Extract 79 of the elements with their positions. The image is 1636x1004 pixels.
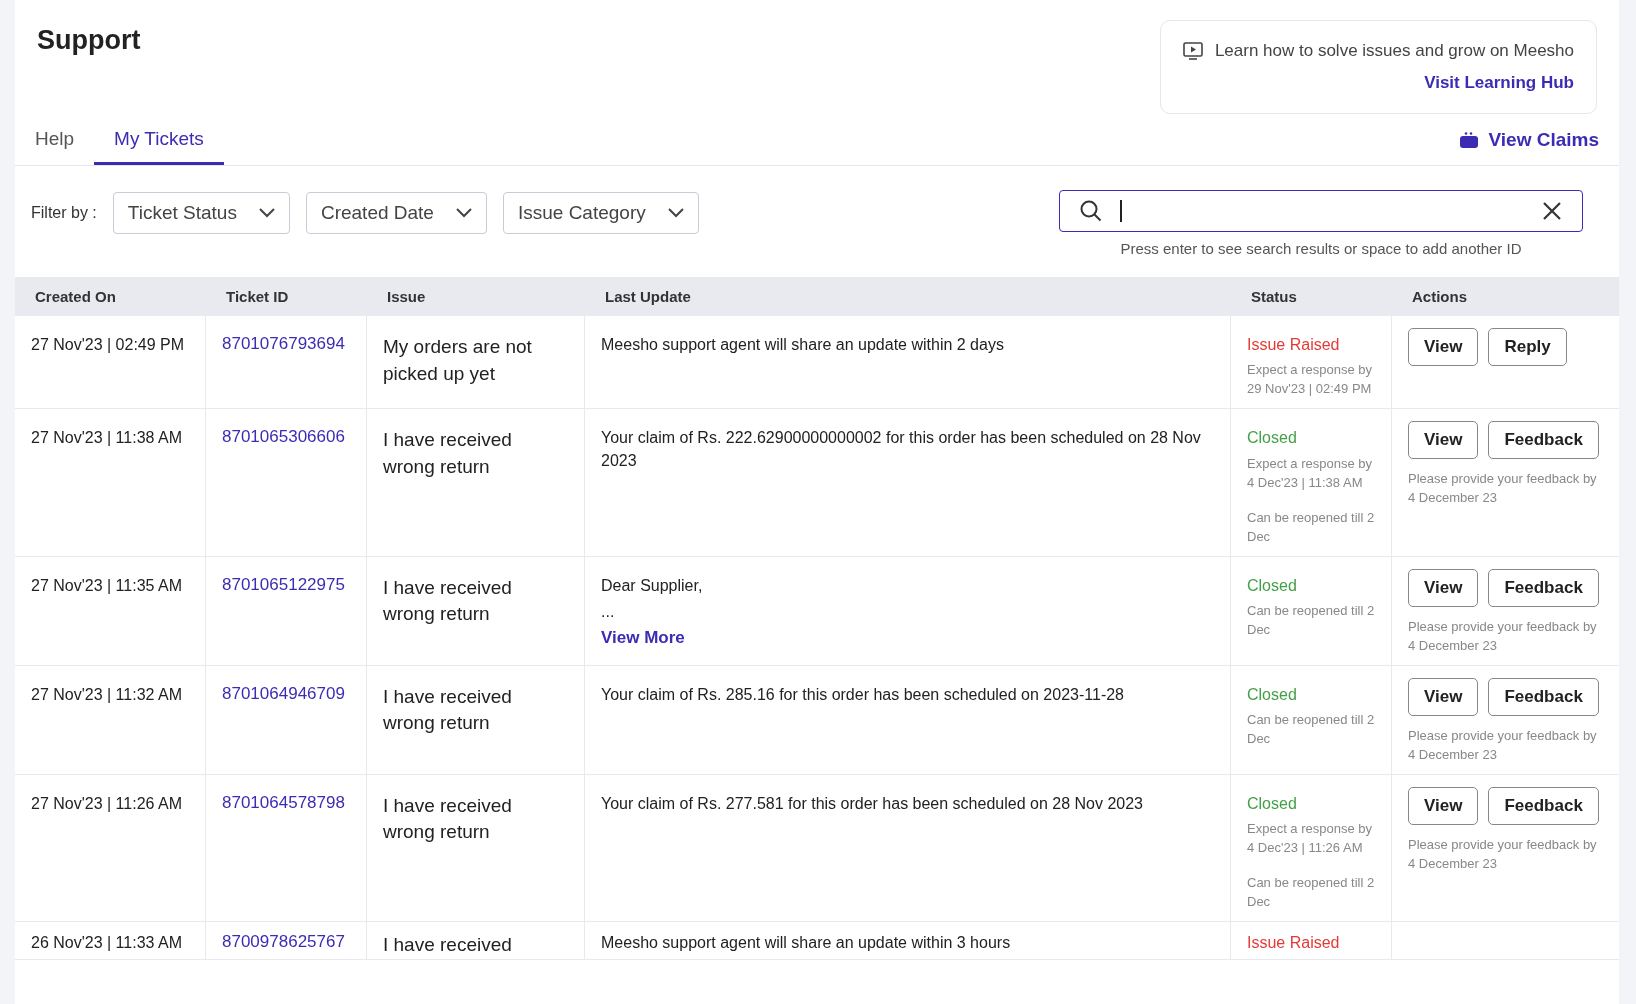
view-button[interactable]: View [1408,677,1479,716]
status-label: Closed [1247,575,1297,596]
filter-dropdown[interactable]: Ticket Status [112,191,290,234]
learning-hub-link[interactable]: Visit Learning Hub [1424,73,1574,93]
filter-dropdown[interactable]: Created Date [305,191,487,234]
column-header: Ticket ID [206,277,367,316]
tab[interactable]: My Tickets [94,120,224,165]
status-label: Issue Raised [1247,335,1340,355]
ticket-id-link[interactable]: 8700978625767 [222,932,345,953]
status-note: Can be reopened till 2 Dec [1247,508,1375,546]
issue-cell-text: I have received wrong return [383,684,513,736]
status-note: Expect a response by 4 Dec'23 | 11:38 AM [1247,454,1374,492]
feedback-note: Please provide your feedback by 4 December 23 [1408,835,1598,873]
column-header: Status [1231,277,1392,316]
last-update-text: Meesho support agent will share an update within 2 days [601,335,1004,355]
issue-cell-text: I have received wrong return [383,428,513,479]
last-update-text: Your claim of Rs. 277.581 for this order has been scheduled on 28 Nov 2023 [601,793,1143,814]
wallet-icon [1460,132,1479,148]
feedback-note: Please provide your feedback by 4 December 23 [1408,470,1598,508]
created-on-cell-text: 27 Nov'23 | 02:49 PM [31,335,185,355]
action-button[interactable]: Feedback [1488,786,1599,825]
issue-cell-text: I have received wrong return [383,793,513,845]
status-note: Can be reopened till 2 Dec [1247,602,1375,640]
close-icon[interactable] [1542,201,1562,221]
action-button[interactable]: Feedback [1488,677,1599,716]
action-button[interactable]: Feedback [1488,421,1599,460]
created-on-cell-text: 27 Nov'23 | 11:32 AM [31,684,182,705]
video-icon [1182,42,1203,60]
column-header: Last Update [585,277,1231,316]
column-header: Created On [15,277,206,316]
filter-label: Filter by : [31,203,97,222]
view-more-link[interactable]: View More [601,627,685,648]
issue-cell-text: I have received [383,933,512,958]
page-title: Support [37,24,141,56]
ticket-id-link[interactable]: 8701064578798 [222,792,345,813]
view-button[interactable]: View [1408,568,1479,607]
status-note: Expect a response by 4 Dec'23 | 11:26 AM [1247,820,1374,858]
view-button[interactable]: View [1408,328,1479,366]
column-header: Issue [367,277,585,316]
search-hint: Press enter to see search results or space to add another ID [1120,240,1522,257]
last-update-text: Your claim of Rs. 222.62900000000002 for this order has been scheduled on 28 Nov 2023 [601,428,1202,471]
chevron-down-icon [667,207,684,218]
status-label: Closed [1247,684,1297,705]
view-claims-link[interactable]: View Claims [1460,129,1599,165]
tab[interactable]: Help [15,120,95,165]
last-update-text: Dear Supplier, [601,575,703,596]
last-update-text: Meesho support agent will share an update within 3 hours [601,933,1011,954]
status-label: Closed [1247,428,1297,449]
ticket-id-link[interactable]: 8701076793694 [222,334,345,354]
filter-dropdown[interactable]: Issue Category [502,191,699,234]
chevron-down-icon [455,207,472,218]
status-label: Closed [1247,793,1297,814]
action-button[interactable]: Feedback [1488,568,1599,607]
chevron-down-icon [258,207,275,218]
last-update-text: ... [601,602,615,623]
learning-text: Learn how to solve issues and grow on Meesho [1214,41,1574,61]
created-on-cell-text: 27 Nov'23 | 11:38 AM [31,428,182,449]
view-button[interactable]: View [1408,786,1479,825]
issue-cell-text: My orders are not picked up yet [383,335,533,386]
feedback-note: Please provide your feedback by 4 December 23 [1408,726,1598,764]
status-note: Can be reopened till 2 Dec [1247,711,1375,749]
status-note: Can be reopened till 2 Dec [1247,874,1375,912]
status-note: Expect a response by 29 Nov'23 | 02:49 PM [1247,361,1374,399]
text-cursor [1120,200,1122,222]
feedback-note: Please provide your feedback by 4 December 23 [1408,617,1598,655]
view-button[interactable]: View [1408,421,1479,460]
ticket-id-link[interactable]: 8701065122975 [222,574,345,595]
issue-cell-text: I have received wrong return [383,575,513,627]
created-on-cell-text: 26 Nov'23 | 11:33 AM [31,933,182,954]
created-on-cell-text: 27 Nov'23 | 11:35 AM [31,575,182,596]
ticket-id-link[interactable]: 8701064946709 [222,683,345,704]
last-update-text: Your claim of Rs. 285.16 for this order has been scheduled on 2023-11-28 [601,684,1124,705]
status-label: Issue Raised [1247,933,1340,954]
search-field[interactable] [1059,190,1583,232]
search-icon [1080,200,1102,222]
action-button[interactable]: Reply [1488,328,1567,366]
ticket-id-link[interactable]: 8701065306606 [222,427,345,448]
column-header: Actions [1392,277,1619,316]
created-on-cell-text: 27 Nov'23 | 11:26 AM [31,793,182,814]
